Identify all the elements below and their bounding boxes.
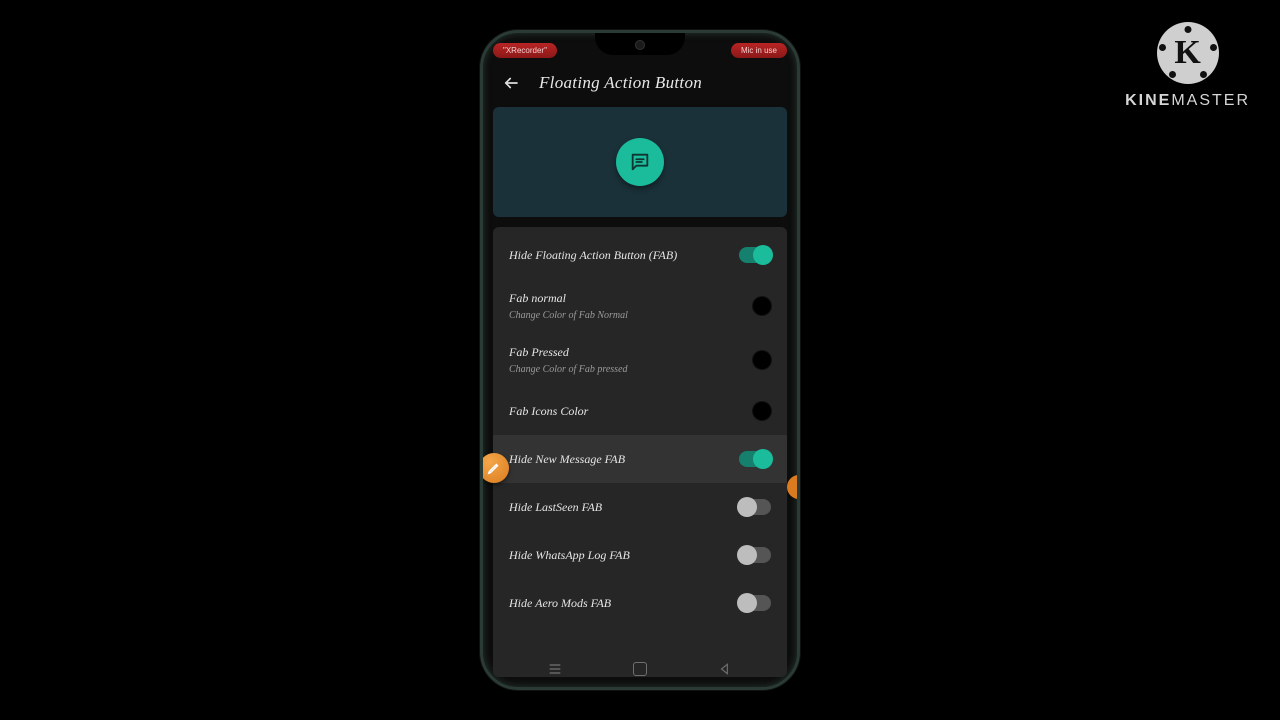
row-subtitle: Change Color of Fab pressed (509, 364, 628, 375)
row-texts: Hide Floating Action Button (FAB) (509, 248, 677, 263)
kinemaster-text: KINEMASTER (1125, 92, 1250, 110)
stage: K KINEMASTER "XRecorder" Mic in use Floa… (0, 0, 1280, 720)
settings-row[interactable]: Hide Floating Action Button (FAB) (493, 231, 787, 279)
toggle-switch[interactable] (739, 595, 771, 611)
settings-list[interactable]: Hide Floating Action Button (FAB) Fab nor… (493, 227, 787, 677)
row-texts: Hide LastSeen FAB (509, 500, 602, 515)
kinemaster-watermark: K KINEMASTER (1125, 22, 1250, 110)
row-title: Hide Aero Mods FAB (509, 596, 611, 611)
row-title: Hide WhatsApp Log FAB (509, 548, 630, 563)
status-pill-recorder: "XRecorder" (493, 43, 557, 58)
nav-recents-button[interactable] (546, 660, 564, 678)
toggle-knob (753, 449, 773, 469)
row-texts: Fab Pressed Change Color of Fab pressed (509, 345, 628, 375)
toggle-switch[interactable] (739, 247, 771, 263)
arrow-left-icon (502, 74, 520, 92)
settings-row[interactable]: Fab Icons Color (493, 387, 787, 435)
fab-preview-button[interactable] (616, 138, 664, 186)
row-texts: Fab normal Change Color of Fab Normal (509, 291, 628, 321)
row-subtitle: Change Color of Fab Normal (509, 310, 628, 321)
settings-row[interactable]: Fab Pressed Change Color of Fab pressed (493, 333, 787, 387)
row-title: Fab normal (509, 291, 628, 306)
settings-row[interactable]: Fab normal Change Color of Fab Normal (493, 279, 787, 333)
status-pill-mic: Mic in use (731, 43, 787, 58)
row-title: Hide New Message FAB (509, 452, 625, 467)
toggle-knob (737, 545, 757, 565)
toggle-switch[interactable] (739, 547, 771, 563)
edit-overlay-button[interactable] (480, 453, 509, 483)
nav-back-button[interactable] (716, 660, 734, 678)
color-swatch[interactable] (753, 402, 771, 420)
row-title: Fab Pressed (509, 345, 628, 360)
android-nav-bar (483, 655, 797, 683)
row-texts: Fab Icons Color (509, 404, 588, 419)
message-icon (629, 151, 651, 173)
back-button[interactable] (501, 73, 521, 93)
phone-notch (595, 33, 685, 55)
toggle-switch[interactable] (739, 499, 771, 515)
settings-row[interactable]: Hide Aero Mods FAB (493, 579, 787, 627)
nav-home-button[interactable] (631, 660, 649, 678)
toggle-knob (737, 497, 757, 517)
fab-preview-panel (493, 107, 787, 217)
row-title: Hide Floating Action Button (FAB) (509, 248, 677, 263)
row-texts: Hide WhatsApp Log FAB (509, 548, 630, 563)
toggle-knob (753, 245, 773, 265)
app-screen: Floating Action Button Hide Floating Act… (483, 33, 797, 687)
settings-row[interactable]: Hide New Message FAB (493, 435, 787, 483)
row-title: Hide LastSeen FAB (509, 500, 602, 515)
color-swatch[interactable] (753, 351, 771, 369)
pencil-icon (487, 461, 501, 475)
row-texts: Hide Aero Mods FAB (509, 596, 611, 611)
toggle-switch[interactable] (739, 451, 771, 467)
phone-frame: "XRecorder" Mic in use Floating Action B… (480, 30, 800, 690)
settings-row[interactable]: Hide LastSeen FAB (493, 483, 787, 531)
row-texts: Hide New Message FAB (509, 452, 625, 467)
color-swatch[interactable] (753, 297, 771, 315)
kinemaster-logo-icon: K (1157, 22, 1219, 84)
settings-row[interactable]: Hide WhatsApp Log FAB (493, 531, 787, 579)
app-bar: Floating Action Button (483, 63, 797, 107)
page-title: Floating Action Button (539, 73, 702, 93)
toggle-knob (737, 593, 757, 613)
row-title: Fab Icons Color (509, 404, 588, 419)
